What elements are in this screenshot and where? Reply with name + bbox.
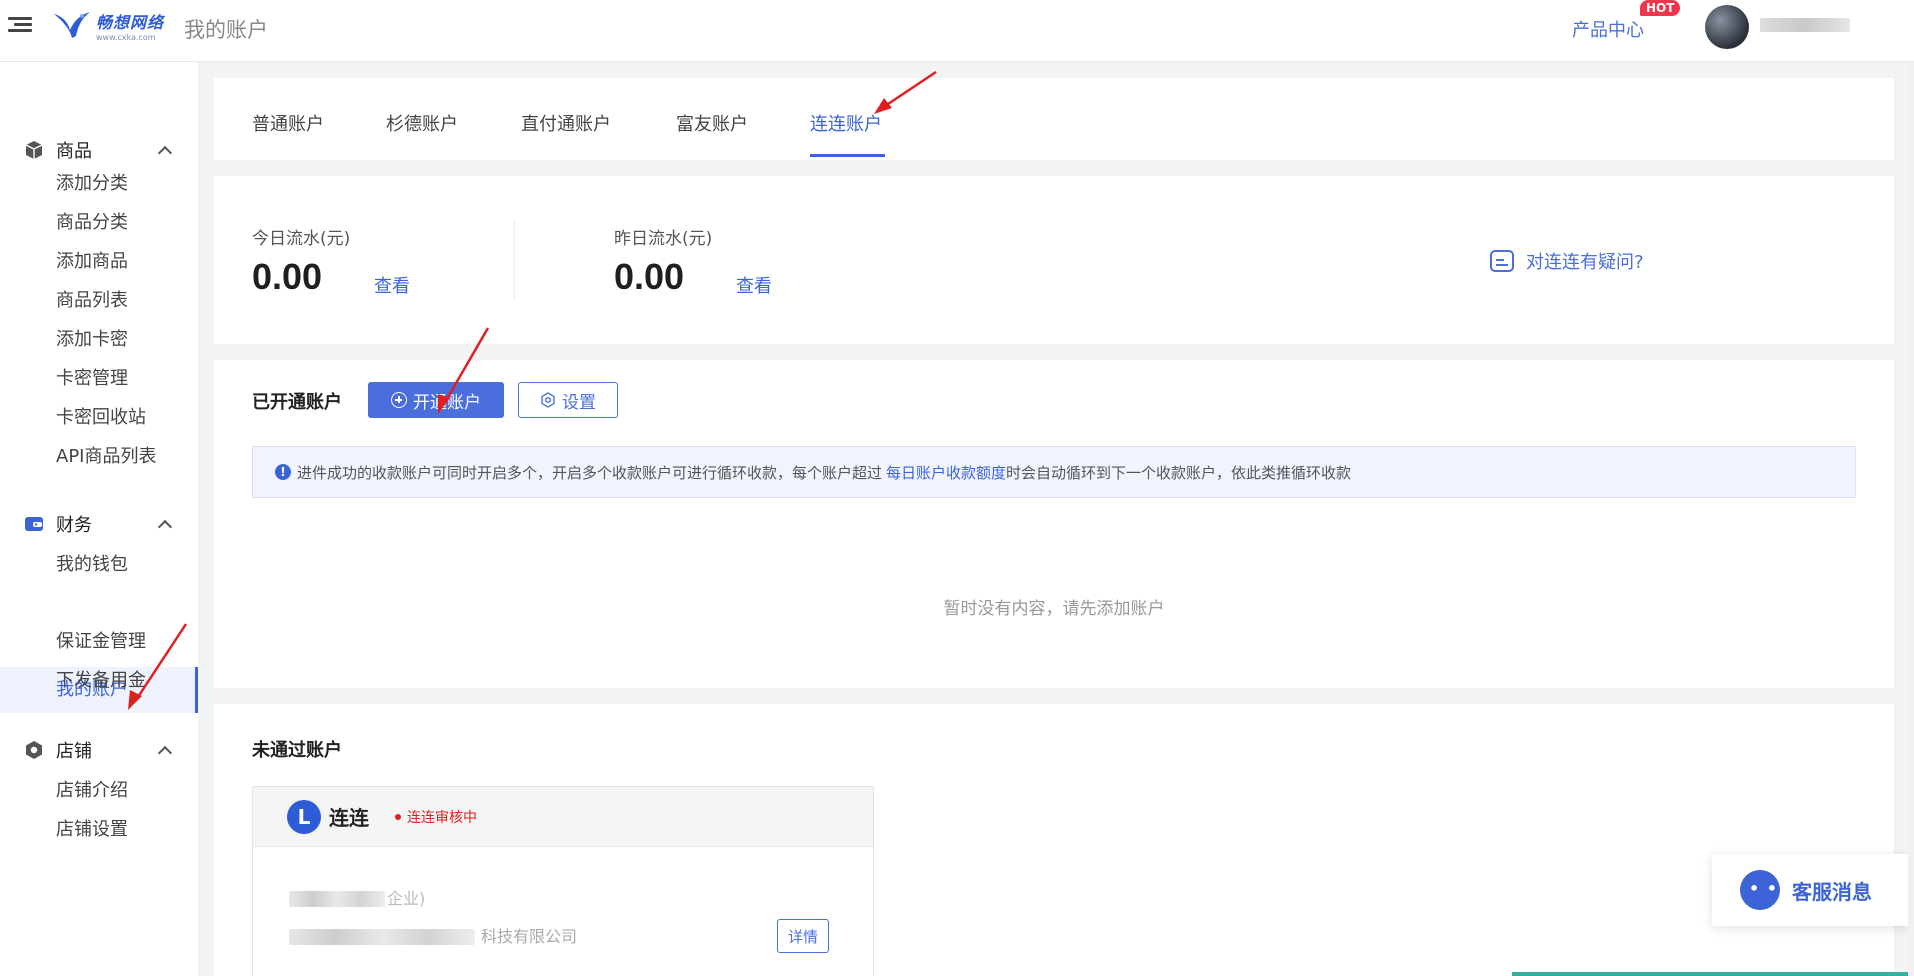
tab-zhifutong-account[interactable]: 直付通账户 — [521, 110, 611, 136]
logo-url: www.cxka.com — [96, 32, 156, 42]
logo-name: 畅想网络 — [96, 12, 165, 32]
detail-button[interactable]: 详情 — [777, 919, 829, 953]
failed-accounts-title: 未通过账户 — [252, 740, 342, 761]
sidebar-item[interactable]: 下发备用金 — [0, 658, 198, 704]
yesterday-flow-label: 昨日流水(元) — [614, 229, 713, 249]
open-account-label: 开通账户 — [413, 392, 481, 413]
yesterday-view-link[interactable]: 查看 — [736, 272, 772, 298]
customer-service-widget[interactable]: 客服消息 — [1712, 854, 1908, 926]
info-icon: ! — [275, 464, 291, 480]
chevron-up-icon — [157, 519, 173, 535]
username-blurred[interactable] — [1760, 18, 1850, 32]
notice-text: 进件成功的收款账户可同时开启多个，开启多个收款账户可进行循环收款，每个账户超过 — [297, 463, 883, 482]
tab-sand-account[interactable]: 杉德账户 — [386, 110, 458, 136]
product-center-link[interactable]: 产品中心 — [1572, 16, 1644, 42]
customer-service-label: 客服消息 — [1792, 879, 1872, 904]
account-provider-name: 连连 — [329, 806, 369, 830]
flow-summary: 今日流水(元) 0.00 查看 昨日流水(元) 0.00 查看 对连连有疑问? — [214, 176, 1894, 344]
lianlian-logo-icon: L — [287, 799, 321, 834]
plus-circle-icon — [391, 392, 407, 408]
chat-bubble-icon — [1740, 870, 1780, 910]
failed-accounts-section: 未通过账户 L 连连 连连审核中 企业) 科技有限公司 详情 — [214, 704, 1894, 976]
store-icon — [26, 741, 42, 759]
account-tabs: 普通账户 杉德账户 直付通账户 富友账户 连连账户 — [214, 78, 1894, 160]
settings-button[interactable]: 设置 — [518, 382, 618, 418]
sidebar-group-finance[interactable]: 财务 — [0, 504, 198, 544]
faq-label: 对连连有疑问? — [1526, 252, 1644, 273]
chevron-up-icon — [157, 745, 173, 761]
sidebar-group-label: 商品 — [56, 141, 92, 162]
gear-icon — [541, 392, 555, 408]
account-line1-tail: 企业) — [387, 889, 426, 908]
blurred-account-name — [289, 891, 385, 907]
sidebar-group-label: 店铺 — [56, 741, 92, 762]
tab-lianlian-account[interactable]: 连连账户 — [810, 110, 882, 136]
message-icon — [1490, 250, 1514, 272]
menu-toggle-icon[interactable] — [8, 14, 32, 38]
today-flow-label: 今日流水(元) — [252, 229, 351, 249]
page-title: 我的账户 — [184, 18, 268, 42]
today-view-link[interactable]: 查看 — [374, 272, 410, 298]
bottom-accent-bar — [1512, 972, 1908, 976]
notice-text-after: 时会自动循环到下一个收款账户，依此类推循环收款 — [1006, 463, 1352, 482]
daily-limit-link[interactable]: 每日账户收款额度 — [886, 462, 1006, 483]
brand-logo[interactable]: 畅想网络 www.cxka.com — [52, 8, 164, 42]
lianlian-faq-link[interactable]: 对连连有疑问? — [1490, 248, 1644, 274]
account-line2-tail: 科技有限公司 — [481, 927, 578, 946]
sidebar-item[interactable]: API商品列表 — [0, 434, 198, 480]
bird-logo-icon — [54, 12, 90, 38]
yesterday-flow-value: 0.00 — [614, 256, 685, 297]
empty-state-text: 暂时没有内容，请先添加账户 — [943, 599, 1165, 619]
sidebar-group-store[interactable]: 店铺 — [0, 730, 198, 770]
hot-badge: HOT — [1640, 0, 1681, 16]
flow-divider — [514, 220, 515, 300]
open-account-button[interactable]: 开通账户 — [368, 382, 504, 418]
tab-normal-account[interactable]: 普通账户 — [252, 110, 324, 136]
blurred-company-name — [289, 929, 475, 945]
chevron-up-icon — [157, 145, 173, 161]
sidebar: 商品 添加分类 商品分类 添加商品 商品列表 添加卡密 卡密管理 卡密回收站 A… — [0, 62, 198, 976]
wallet-icon — [25, 517, 43, 531]
info-notice: ! 进件成功的收款账户可同时开启多个，开启多个收款账户可进行循环收款，每个账户超… — [252, 446, 1856, 498]
cube-icon — [25, 141, 43, 159]
sidebar-item[interactable]: 我的钱包 — [0, 542, 198, 588]
settings-label: 设置 — [562, 392, 596, 413]
opened-accounts-title: 已开通账户 — [252, 392, 342, 413]
avatar[interactable] — [1705, 5, 1749, 49]
status-badge: 连连审核中 — [407, 809, 477, 826]
tab-fuyou-account[interactable]: 富友账户 — [676, 110, 748, 136]
scrollbar[interactable] — [1908, 62, 1914, 976]
top-header: 畅想网络 www.cxka.com 我的账户 产品中心 HOT — [0, 0, 1914, 62]
account-card: L 连连 连连审核中 企业) 科技有限公司 详情 — [252, 786, 874, 976]
sidebar-item[interactable]: 店铺设置 — [0, 807, 198, 853]
opened-accounts-section: 已开通账户 开通账户 设置 ! 进件成功的收款账户可同时开启多个，开启多个收款账… — [214, 360, 1894, 688]
sidebar-group-label: 财务 — [56, 515, 92, 536]
account-card-header: L 连连 连连审核中 — [253, 787, 873, 847]
today-flow-value: 0.00 — [252, 256, 323, 297]
status-dot — [395, 813, 401, 820]
active-tab-indicator — [810, 154, 885, 157]
